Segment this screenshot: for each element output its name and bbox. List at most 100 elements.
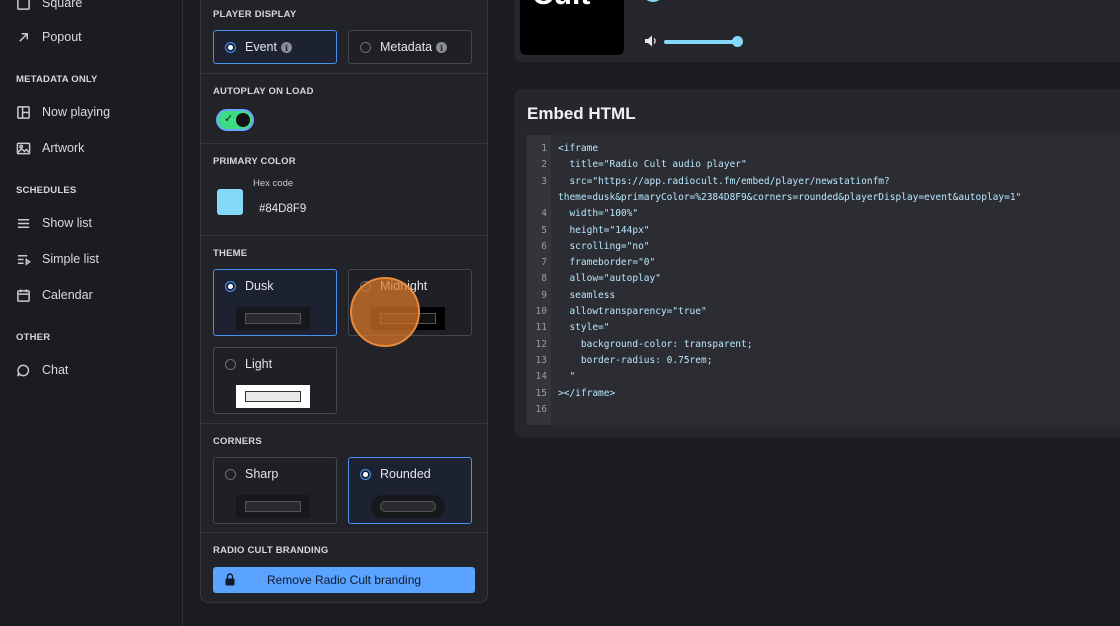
sidebar-item-artwork[interactable]: Artwork [16,137,84,159]
corners-title: CORNERS [213,436,262,447]
theme-preview [371,307,445,330]
theme-midnight-option[interactable]: Midnight [348,269,472,336]
calendar-icon [16,288,31,303]
option-label: Dusk [245,279,274,293]
sidebar-item-label: Simple list [42,252,99,266]
layout-icon [16,105,31,120]
line-number: 4 [541,208,547,220]
code-line: background-color: transparent; [558,338,753,350]
code-line: frameborder="0" [558,257,656,269]
line-number: 6 [541,240,547,252]
radio-unselected[interactable] [225,359,236,370]
sidebar-item-label: Show list [42,216,93,230]
radio-selected[interactable] [225,281,236,292]
color-swatch[interactable] [217,189,243,215]
divider [201,423,487,424]
corners-preview [371,495,445,518]
play-button[interactable] [642,0,664,2]
radio-unselected[interactable] [225,469,236,480]
divider [201,532,487,533]
volume-icon[interactable] [644,34,659,48]
code-line: height="144px" [558,224,650,236]
toggle-knob [236,113,250,127]
code-line: scrolling="no" [558,240,650,252]
autoplay-toggle[interactable]: ✓ [216,109,254,131]
line-number: 3 [541,175,547,187]
option-label: Metadata [380,40,433,54]
line-number: 5 [541,224,547,236]
line-number: 12 [535,338,547,350]
option-label: Sharp [245,467,279,481]
square-icon [16,0,31,11]
line-number: 13 [535,354,547,366]
line-number: 11 [535,322,547,334]
sidebar-item-simple-list[interactable]: Simple list [16,248,99,270]
other-heading: OTHER [16,332,51,343]
autoplay-title: AUTOPLAY ON LOAD [213,86,314,97]
divider [201,143,487,144]
line-number: 10 [535,306,547,317]
line-number: 8 [541,273,547,285]
sidebar-item-label: Artwork [42,141,85,155]
radio-selected[interactable] [360,469,371,480]
line-number: 16 [535,403,547,415]
radio-unselected[interactable] [360,42,371,53]
line-number: 9 [541,289,547,301]
info-icon[interactable]: i [281,42,292,53]
radio-selected[interactable] [225,42,236,53]
player-display-event-option[interactable]: Event i [213,30,337,64]
embed-code-block[interactable]: 1 2 3 4 5 6 7 8 9 10 11 12 13 14 15 16 <iframe title="R… [527,135,1120,425]
code-line: width="100%" [558,208,639,220]
remove-branding-button[interactable]: Remove Radio Cult branding [213,567,475,593]
corners-preview [236,495,310,518]
sidebar-item-now-playing[interactable]: Now playing [16,101,110,123]
divider [201,235,487,236]
embed-title: Embed HTML [527,104,636,123]
theme-title: THEME [213,248,248,259]
theme-preview [236,385,310,408]
chat-icon [16,363,31,378]
radio-unselected[interactable] [360,281,371,292]
sidebar-item-label: Square [42,0,83,10]
option-label: Rounded [380,467,431,481]
embed-settings-panel: PLAYER DISPLAY Event i Metadata i AUTOPL… [200,0,488,603]
code-line: seamless [558,289,616,301]
volume-slider-track[interactable] [664,40,740,44]
info-icon[interactable]: i [436,42,447,53]
theme-light-option[interactable]: Light [213,347,337,414]
schedules-heading: SCHEDULES [16,185,77,196]
sidebar-item-show-list[interactable]: Show list [16,212,92,234]
cover-art: Cult [520,0,624,55]
line-number-gutter: 1 2 3 4 5 6 7 8 9 10 11 12 13 14 15 16 [527,135,551,425]
primary-color-title: PRIMARY COLOR [213,156,296,167]
sidebar-item-label: Now playing [42,105,111,119]
hex-code-input[interactable]: #84D8F9 [259,203,306,215]
code-line: border-radius: 0.75rem; [558,354,713,366]
volume-slider-handle[interactable] [732,36,743,47]
list-play-icon [16,252,31,267]
arrow-up-right-icon [16,30,31,45]
sidebar-item-chat[interactable]: Chat [16,359,68,381]
theme-dusk-option[interactable]: Dusk [213,269,337,336]
line-number: 1 [541,143,547,154]
theme-preview [236,307,310,330]
sidebar-item-calendar[interactable]: Calendar [16,284,93,306]
code-line: src="https://app.radiocult.fm/embed/play… [558,175,890,187]
player-display-metadata-option[interactable]: Metadata i [348,30,472,64]
branding-title: RADIO CULT BRANDING [213,545,329,556]
option-label: Light [245,357,273,371]
line-number: 7 [541,257,547,269]
sidebar-item-popout[interactable]: Popout [16,26,82,48]
line-number: 2 [541,159,547,171]
corners-sharp-option[interactable]: Sharp [213,457,337,524]
code-line: theme=dusk&primaryColor=%2384D8F9&corner… [558,191,1022,203]
code-line: allow="autoplay" [558,273,661,285]
divider [201,73,487,74]
corners-rounded-option[interactable]: Rounded [348,457,472,524]
menu-icon [16,216,31,231]
sidebar-item-label: Popout [42,30,82,44]
sidebar-item-square[interactable]: Square [16,0,82,14]
sidebar-item-label: Chat [42,363,69,377]
code-line: ></iframe> [558,387,616,399]
line-number: 15 [535,387,547,399]
